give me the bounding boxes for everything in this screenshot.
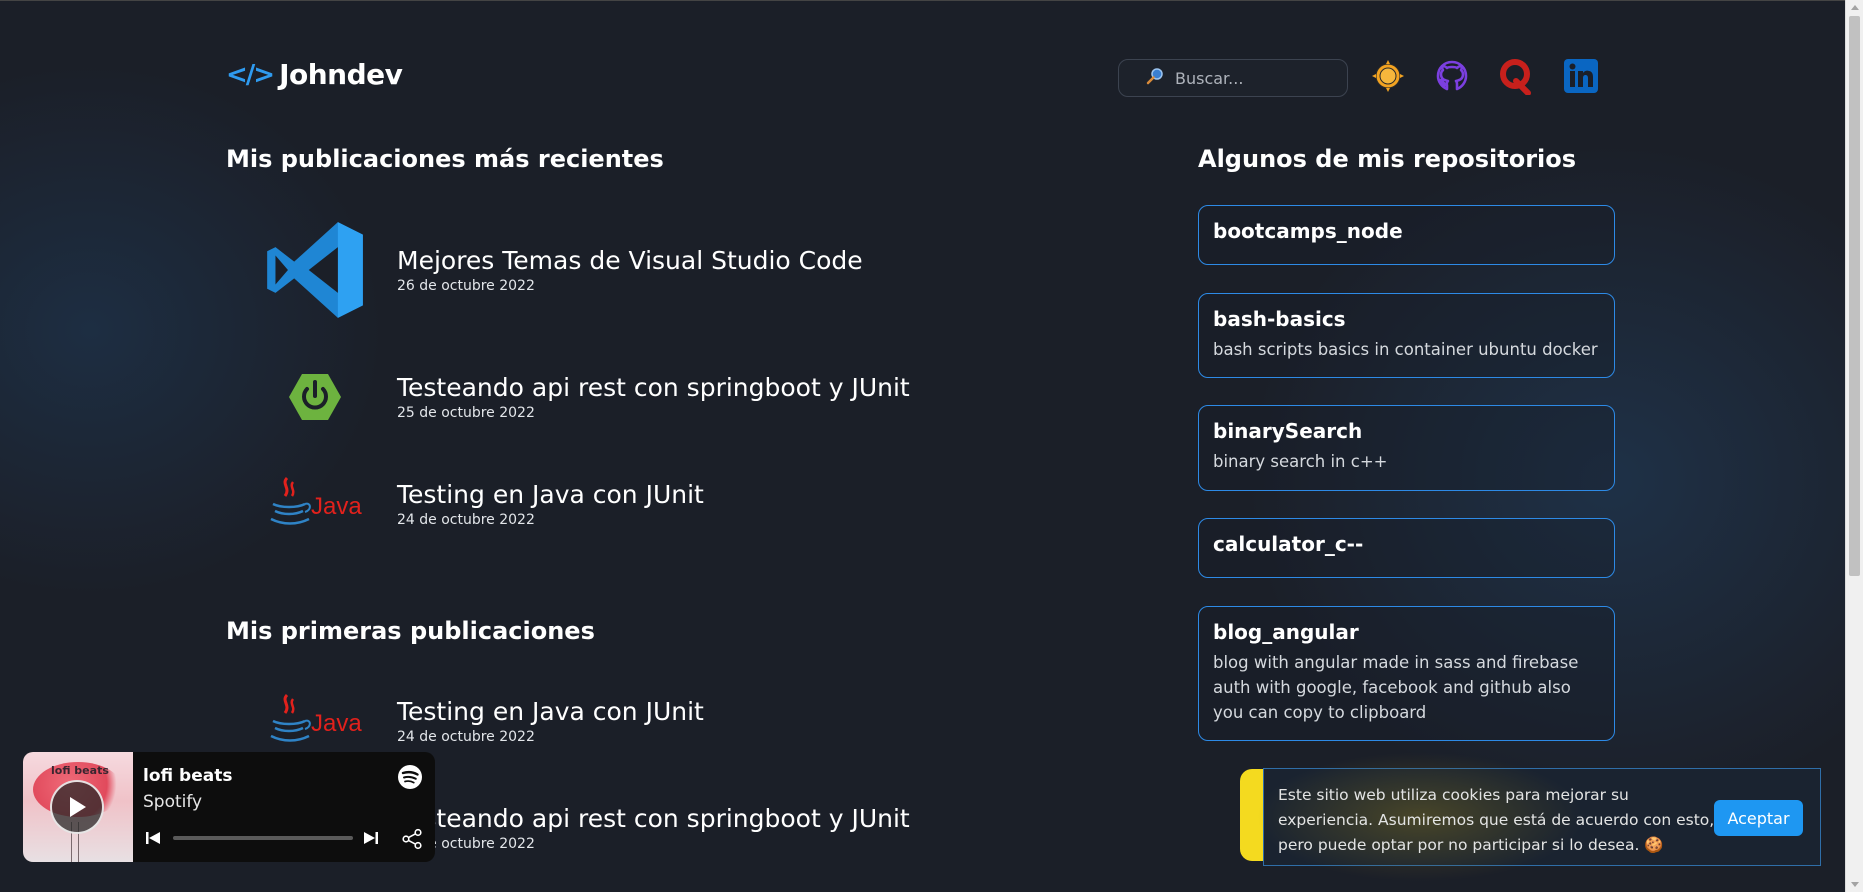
repo-name: calculator_c-- bbox=[1213, 532, 1364, 556]
spotify-logo-icon[interactable] bbox=[397, 764, 423, 794]
post-item[interactable]: Testeando api rest con springboot y JUni… bbox=[260, 342, 910, 452]
repo-card[interactable]: binarySearch binary search in c++ bbox=[1198, 405, 1615, 491]
linkedin-icon[interactable] bbox=[1561, 56, 1601, 96]
github-icon[interactable] bbox=[1432, 56, 1472, 96]
repo-card[interactable]: blog_angular blog with angular made in s… bbox=[1198, 606, 1615, 741]
post-title[interactable]: Testeando api rest con springboot y JUni… bbox=[397, 804, 910, 833]
post-date: 24 de octubre 2022 bbox=[397, 729, 535, 745]
repo-card[interactable]: bash-basics bash scripts basics in conta… bbox=[1198, 293, 1615, 378]
code-brackets-icon: </> bbox=[226, 59, 275, 90]
post-item[interactable]: Java Testing en Java con JUnit 24 de oct… bbox=[260, 449, 704, 559]
post-date: 26 de octubre 2022 bbox=[397, 278, 535, 294]
next-track-icon[interactable] bbox=[363, 830, 379, 850]
repo-name: blog_angular bbox=[1213, 620, 1359, 644]
scrollbar-thumb[interactable] bbox=[1849, 16, 1860, 576]
repo-card[interactable]: bootcamps_node bbox=[1198, 205, 1615, 265]
post-date: 24 de octubre 2022 bbox=[397, 512, 535, 528]
logo-text: Johndev bbox=[279, 58, 403, 91]
page-scrollbar[interactable] bbox=[1845, 0, 1863, 892]
post-title[interactable]: Testing en Java con JUnit bbox=[397, 697, 704, 726]
play-button[interactable] bbox=[50, 780, 104, 834]
svg-text:Java: Java bbox=[311, 710, 362, 737]
share-icon[interactable] bbox=[401, 828, 423, 854]
cookie-message: Este sitio web utiliza cookies para mejo… bbox=[1278, 786, 1715, 854]
accept-cookies-button[interactable]: Aceptar bbox=[1714, 800, 1803, 836]
track-artist[interactable]: Spotify bbox=[143, 792, 202, 812]
top-border bbox=[0, 0, 1863, 1]
svg-text:Java: Java bbox=[311, 493, 362, 520]
post-title[interactable]: Testeando api rest con springboot y JUni… bbox=[397, 373, 910, 402]
post-title[interactable]: Testing en Java con JUnit bbox=[397, 480, 704, 509]
scroll-up-icon[interactable] bbox=[1851, 5, 1859, 10]
previous-track-icon[interactable] bbox=[145, 830, 161, 850]
post-item[interactable]: Mejores Temas de Visual Studio Code 26 d… bbox=[260, 215, 863, 325]
java-icon: Java bbox=[260, 449, 370, 559]
post-title[interactable]: Mejores Temas de Visual Studio Code bbox=[397, 246, 863, 275]
repo-name: bootcamps_node bbox=[1213, 219, 1403, 243]
post-date: 25 de octubre 2022 bbox=[397, 836, 535, 852]
post-date: 25 de octubre 2022 bbox=[397, 405, 535, 421]
repo-card[interactable]: calculator_c-- bbox=[1198, 518, 1615, 578]
search-box[interactable] bbox=[1118, 59, 1348, 97]
spring-icon bbox=[260, 342, 370, 452]
first-posts-title: Mis primeras publicaciones bbox=[226, 617, 595, 645]
site-logo[interactable]: </> Johndev bbox=[226, 58, 403, 91]
repo-name: binarySearch bbox=[1213, 419, 1363, 443]
play-icon bbox=[70, 797, 86, 817]
repo-description: bash scripts basics in container ubuntu … bbox=[1213, 340, 1598, 359]
sun-icon[interactable] bbox=[1368, 56, 1408, 96]
spotify-player[interactable]: lofi beats lofi beats Spotify bbox=[23, 752, 435, 862]
album-art: lofi beats bbox=[23, 752, 133, 862]
progress-bar[interactable] bbox=[173, 836, 353, 840]
album-art-title: lofi beats bbox=[51, 764, 109, 777]
repo-name: bash-basics bbox=[1213, 307, 1346, 331]
track-title[interactable]: lofi beats bbox=[143, 766, 232, 786]
repo-description: binary search in c++ bbox=[1213, 452, 1388, 471]
search-input[interactable] bbox=[1175, 68, 1335, 88]
scroll-down-icon[interactable] bbox=[1851, 882, 1859, 887]
search-icon bbox=[1145, 66, 1165, 90]
repo-description: blog with angular made in sass and fireb… bbox=[1213, 653, 1579, 722]
vscode-icon bbox=[260, 215, 370, 325]
quora-icon[interactable] bbox=[1496, 56, 1536, 96]
recent-posts-title: Mis publicaciones más recientes bbox=[226, 145, 664, 173]
repos-title: Algunos de mis repositorios bbox=[1198, 145, 1577, 173]
